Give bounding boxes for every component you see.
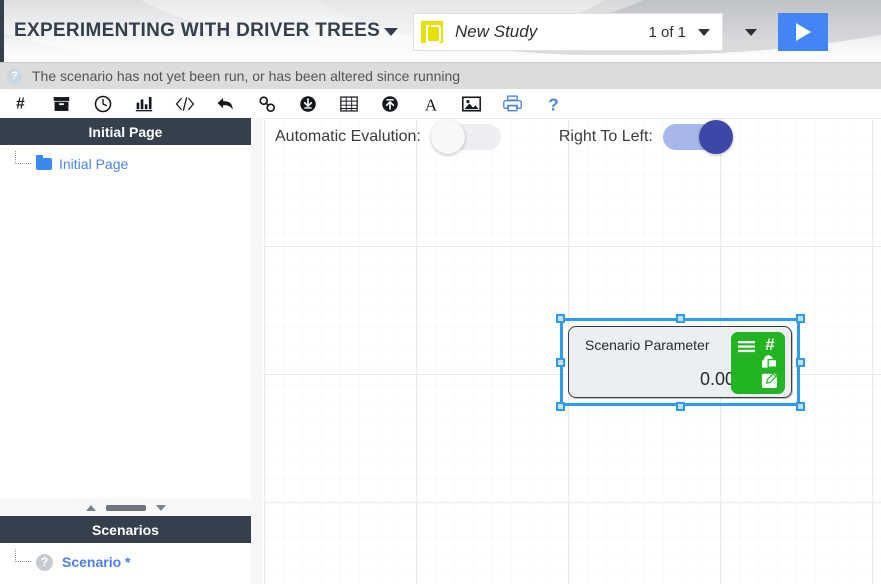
resize-handle-se[interactable] <box>796 402 805 411</box>
node-title: Scenario Parameter <box>585 337 710 353</box>
link-icon[interactable] <box>246 89 287 118</box>
resize-handle-sw[interactable] <box>556 402 565 411</box>
tree-connector-icon <box>10 553 36 571</box>
list-item[interactable]: ? Scenario * <box>0 551 251 573</box>
download-icon[interactable] <box>287 89 328 118</box>
chevron-down-icon[interactable] <box>698 29 710 36</box>
resize-handle-nw[interactable] <box>556 314 565 323</box>
hamburger-menu-icon[interactable] <box>738 340 755 358</box>
svg-text:A: A <box>424 95 437 112</box>
help-icon[interactable]: ? <box>533 89 574 118</box>
panel-splitter[interactable] <box>0 499 251 516</box>
text-format-icon[interactable]: A <box>410 89 451 118</box>
scenarios-panel-header: Scenarios <box>0 516 251 543</box>
scenario-parameter-node[interactable]: Scenario Parameter 0.00 # <box>560 318 800 406</box>
triangle-up-icon[interactable] <box>86 505 96 511</box>
clock-icon[interactable] <box>82 89 123 118</box>
page-title: EXPERIMENTING WITH DRIVER TREES <box>14 20 380 42</box>
node-body[interactable]: Scenario Parameter 0.00 # <box>568 326 792 398</box>
application-window: EXPERIMENTING WITH DRIVER TREES New Stud… <box>0 0 881 584</box>
bar-chart-icon[interactable] <box>123 89 164 118</box>
folder-icon <box>36 158 52 170</box>
automatic-evaluation-toggle[interactable] <box>433 124 501 150</box>
resize-handle-w[interactable] <box>556 358 565 367</box>
svg-text:#: # <box>765 335 775 354</box>
triangle-down-icon[interactable] <box>156 505 166 511</box>
status-message: The scenario has not yet been run, or ha… <box>32 68 460 84</box>
resize-handle-n[interactable] <box>676 314 685 323</box>
right-to-left-toggle[interactable] <box>663 124 731 150</box>
node-value: 0.00 <box>585 369 735 390</box>
undo-icon[interactable] <box>205 89 246 118</box>
resize-handle-e[interactable] <box>796 358 805 367</box>
toggle-knob <box>431 120 465 154</box>
archive-box-icon[interactable] <box>41 89 82 118</box>
pages-tree: Initial Page <box>0 145 251 175</box>
info-icon: ? <box>7 69 22 84</box>
automatic-evaluation-label: Automatic Evalution: <box>275 128 421 146</box>
study-selector[interactable]: New Study 1 of 1 <box>413 13 723 51</box>
toggle-knob <box>699 120 733 154</box>
scenarios-tree: ? Scenario * <box>0 543 251 573</box>
pages-panel-header: Initial Page <box>0 118 251 145</box>
canvas-toolbar: Automatic Evalution: Right To Left: <box>263 118 881 156</box>
question-circle-icon: ? <box>36 554 53 571</box>
code-icon[interactable] <box>164 89 205 118</box>
right-to-left-label: Right To Left: <box>559 128 653 146</box>
chevron-down-icon[interactable] <box>384 28 398 36</box>
play-icon <box>796 23 811 41</box>
study-name-label: New Study <box>455 22 648 42</box>
grip-handle-icon[interactable] <box>106 505 146 511</box>
print-icon[interactable] <box>492 89 533 118</box>
chevron-down-icon[interactable] <box>745 29 757 36</box>
node-action-badge[interactable]: # <box>731 332 785 394</box>
svg-text:#: # <box>16 95 25 112</box>
upload-icon[interactable] <box>369 89 410 118</box>
edit-pencil-icon[interactable] <box>761 372 778 394</box>
run-button[interactable]: Run <box>778 13 828 51</box>
sidebar-item-label: Initial Page <box>59 156 128 172</box>
scenario-item-label: Scenario * <box>62 554 130 570</box>
vertical-splitter[interactable] <box>251 118 263 584</box>
sidebar-item-initial-page[interactable]: Initial Page <box>0 153 251 175</box>
main-toolbar: # <box>0 89 881 118</box>
title-bar: EXPERIMENTING WITH DRIVER TREES New Stud… <box>0 0 881 62</box>
resize-handle-s[interactable] <box>676 402 685 411</box>
image-icon[interactable] <box>451 89 492 118</box>
status-banner: ? The scenario has not yet been run, or … <box>0 62 881 89</box>
diagram-canvas[interactable]: Automatic Evalution: Right To Left: Scen… <box>263 118 881 584</box>
table-icon[interactable] <box>328 89 369 118</box>
scenarios-panel: Scenarios ? Scenario * <box>0 516 251 584</box>
resize-handle-ne[interactable] <box>796 314 805 323</box>
title-accent-bar <box>0 0 4 62</box>
number-icon[interactable]: # <box>0 89 41 118</box>
study-book-icon <box>421 21 443 43</box>
study-counter: 1 of 1 <box>648 24 686 41</box>
tree-connector-icon <box>10 155 36 173</box>
svg-text:?: ? <box>548 95 559 113</box>
